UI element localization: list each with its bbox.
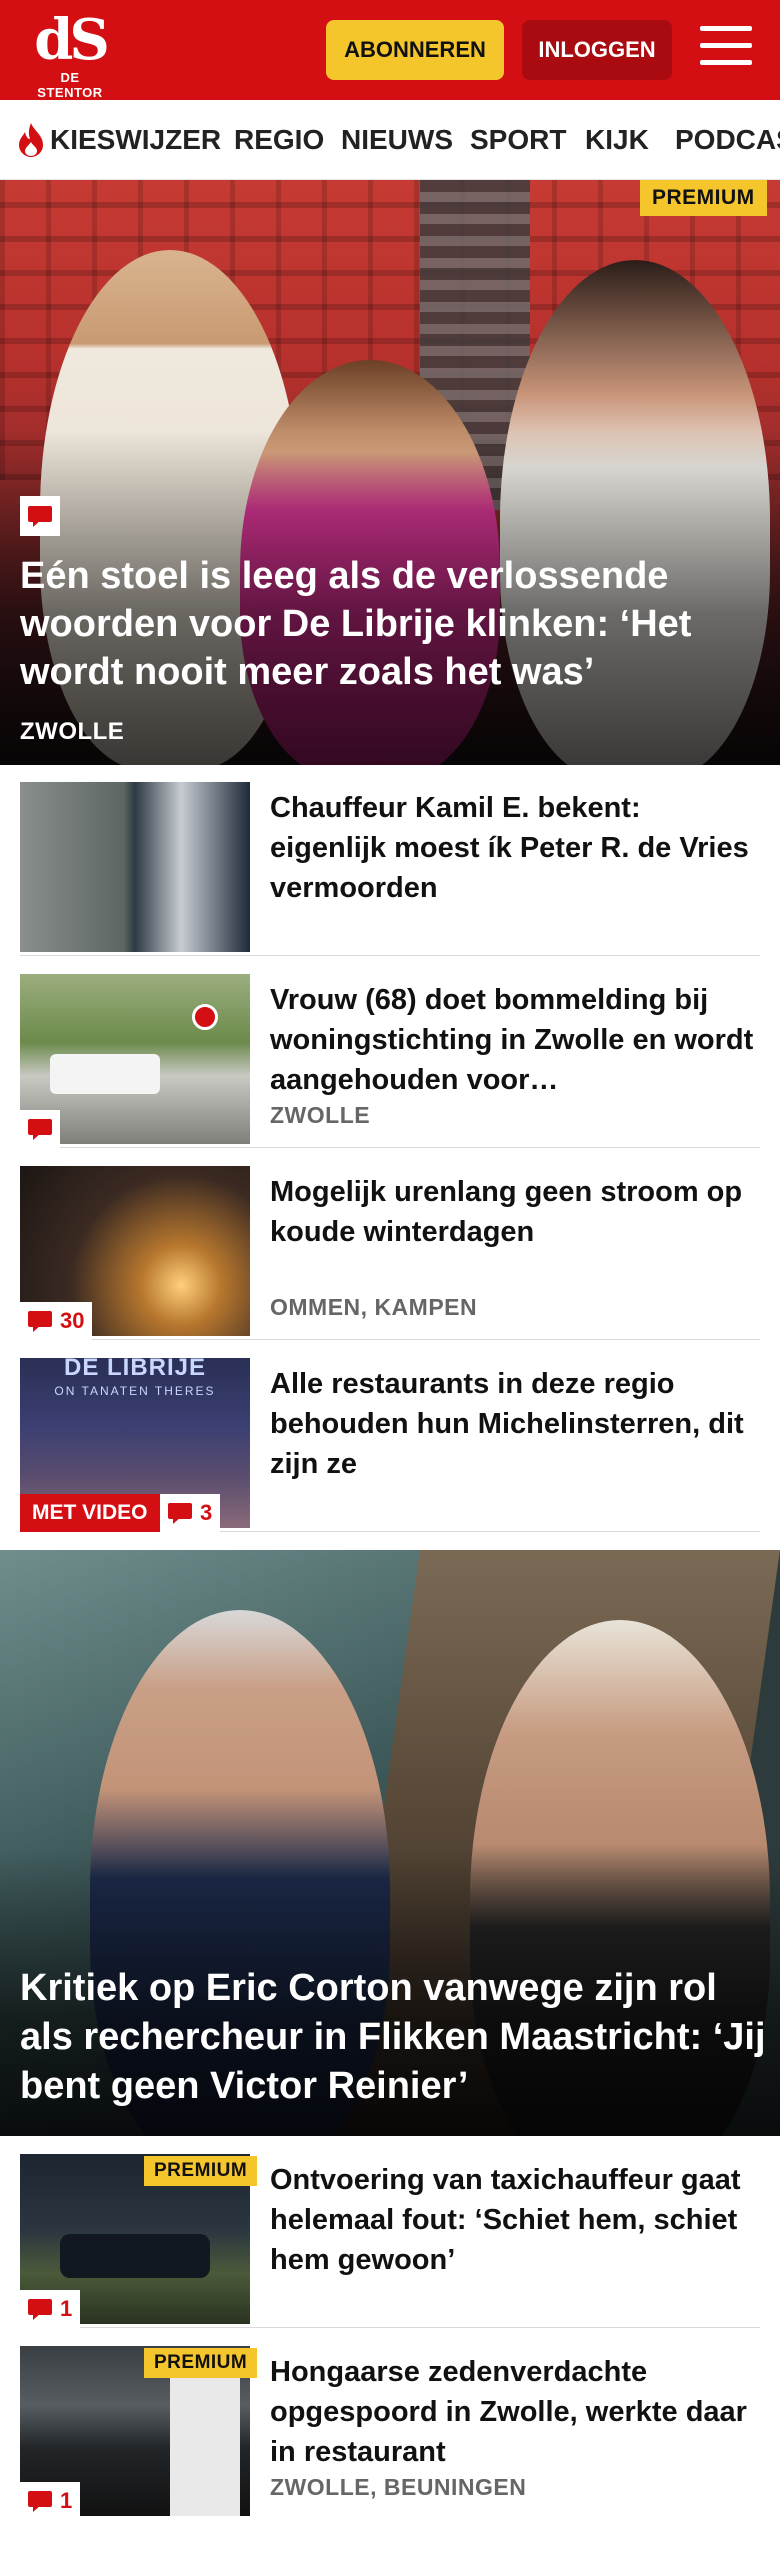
comments-chip[interactable] xyxy=(20,1110,60,1148)
hero-location: ZWOLLE xyxy=(20,718,125,745)
thumbnail-caption: DE LIBRIJE xyxy=(63,1358,207,1381)
premium-badge: PREMIUM xyxy=(144,2348,258,2378)
comment-icon xyxy=(28,2299,52,2320)
flame-icon xyxy=(19,123,43,157)
login-button[interactable]: INLOGGEN xyxy=(522,20,672,80)
premium-badge: PREMIUM xyxy=(640,180,767,216)
comment-icon xyxy=(168,1503,192,1524)
article-location: ZWOLLE xyxy=(270,1102,371,1128)
comment-icon xyxy=(28,506,52,527)
comment-count: 30 xyxy=(60,1308,85,1333)
article-title[interactable]: Ontvoering van taxichauffeur gaat helema… xyxy=(270,2160,760,2280)
article-location: ZWOLLE, BEUNINGEN xyxy=(270,2474,527,2500)
comments-chip[interactable]: 3 xyxy=(160,1494,221,1532)
article-title[interactable]: Vrouw (68) doet bommelding bij woningsti… xyxy=(270,980,760,1100)
list-item[interactable]: Chauffeur Kamil E. bekent: eigenlijk moe… xyxy=(20,782,760,956)
video-badge: MET VIDEO xyxy=(20,1494,160,1532)
nav-item-sport[interactable]: SPORT xyxy=(470,124,566,156)
list-item[interactable]: PREMIUM 1 Hongaarse zedenverdachte opges… xyxy=(20,2346,760,2520)
article-title[interactable]: Alle restaurants in deze regio behouden … xyxy=(270,1364,760,1484)
list-item[interactable]: Vrouw (68) doet bommelding bij woningsti… xyxy=(20,974,760,1148)
comment-icon xyxy=(28,1119,52,1140)
article-location: OMMEN, KAMPEN xyxy=(270,1294,478,1320)
article-title[interactable]: Hongaarse zedenverdachte opgespoord in Z… xyxy=(270,2352,760,2472)
comments-chip[interactable]: 1 xyxy=(20,2482,81,2520)
comment-count: 1 xyxy=(60,2296,73,2321)
nav-item-kieswijzer[interactable]: KIESWIJZER xyxy=(50,124,221,156)
comments-chip[interactable] xyxy=(20,496,60,536)
logo-subtitle: DE STENTOR xyxy=(37,70,103,100)
premium-badge: PREMIUM xyxy=(144,2156,258,2186)
subscribe-button[interactable]: ABONNEREN xyxy=(326,20,504,80)
nav-item-regio[interactable]: REGIO xyxy=(234,124,324,156)
section-nav: KIESWIJZER REGIO NIEUWS SPORT KIJK PODCA… xyxy=(0,100,780,180)
nav-item-podcast[interactable]: PODCAST xyxy=(675,124,780,156)
list-item[interactable]: 30 Mogelijk urenlang geen stroom op koud… xyxy=(20,1166,760,1340)
comment-count: 3 xyxy=(200,1500,213,1525)
list-item[interactable]: DE LIBRIJE ON TANATEN THERES MET VIDEO 3… xyxy=(20,1358,760,1532)
feature-title[interactable]: Kritiek op Eric Corton vanwege zijn rol … xyxy=(20,1964,770,2111)
list-item[interactable]: PREMIUM 1 Ontvoering van taxichauffeur g… xyxy=(20,2154,760,2328)
site-header: dS DE STENTOR ABONNEREN INLOGGEN xyxy=(0,0,780,100)
hero-title[interactable]: Eén stoel is leeg als de verlossende woo… xyxy=(20,552,760,696)
comment-icon xyxy=(28,2491,52,2512)
hamburger-menu-icon[interactable] xyxy=(700,26,752,72)
nav-item-nieuws[interactable]: NIEUWS xyxy=(341,124,453,156)
nav-item-kijk[interactable]: KIJK xyxy=(585,124,649,156)
logo-mark: dS xyxy=(34,7,110,73)
comment-count: 1 xyxy=(60,2488,73,2513)
article-title[interactable]: Chauffeur Kamil E. bekent: eigenlijk moe… xyxy=(270,788,760,908)
comment-icon xyxy=(28,1311,52,1332)
site-logo[interactable]: dS DE STENTOR xyxy=(28,7,112,100)
article-title[interactable]: Mogelijk urenlang geen stroom op koude w… xyxy=(270,1172,760,1252)
comments-chip[interactable]: 30 xyxy=(20,1302,93,1340)
comments-chip[interactable]: 1 xyxy=(20,2290,81,2328)
article-thumbnail xyxy=(20,782,250,952)
thumbnail-subcaption: ON TANATEN THERES xyxy=(54,1384,216,1398)
